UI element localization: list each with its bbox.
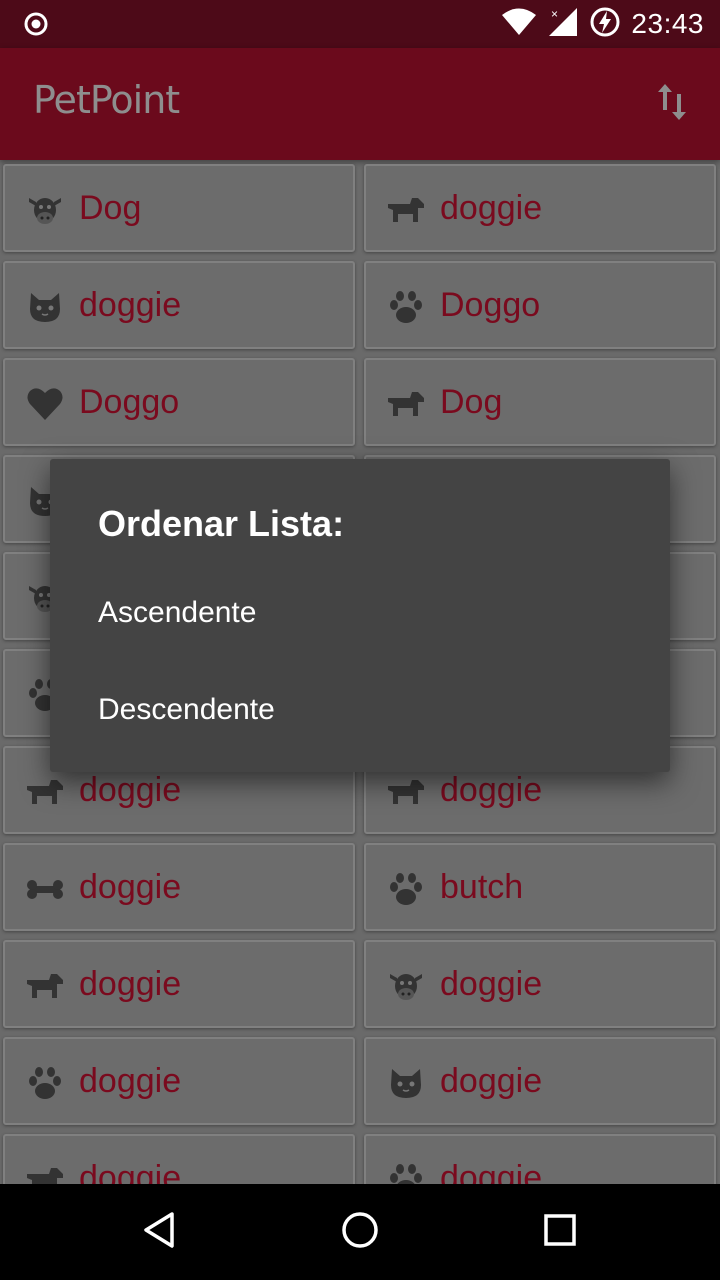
pet-name: doggie <box>79 286 182 324</box>
option-ascendente[interactable]: Ascendente <box>50 567 670 659</box>
status-bar: × 23:43 <box>0 0 720 48</box>
sort-dialog: Ordenar Lista: Ascendente Descendente <box>50 459 670 772</box>
recents-icon <box>540 1210 580 1254</box>
pet-name: doggie <box>440 965 543 1003</box>
home-icon <box>340 1210 380 1254</box>
bone-icon <box>25 869 65 909</box>
pet-card[interactable]: doggie <box>3 261 355 349</box>
cat-icon <box>25 287 65 327</box>
paw-icon <box>25 1063 65 1103</box>
dog-icon <box>25 772 65 812</box>
dog-icon <box>386 190 426 230</box>
sort-icon <box>656 82 688 126</box>
pet-name: doggie <box>79 771 182 809</box>
pet-name: Dog <box>79 189 142 227</box>
radio-indicator-icon <box>22 10 50 38</box>
pet-card[interactable]: butch <box>364 843 716 931</box>
navigation-bar <box>0 1184 720 1280</box>
cat-icon <box>386 1063 426 1103</box>
clock: 23:43 <box>631 8 704 39</box>
battery-charging-icon <box>589 6 621 42</box>
back-icon <box>140 1210 180 1254</box>
pet-name: doggie <box>79 868 182 906</box>
pet-card[interactable]: doggie <box>3 1037 355 1125</box>
dog-icon <box>386 384 426 424</box>
pet-name: Doggo <box>440 286 541 324</box>
pet-name: butch <box>440 868 524 906</box>
pet-card[interactable]: doggie <box>364 1037 716 1125</box>
pet-name: doggie <box>440 189 543 227</box>
paw-icon <box>386 869 426 909</box>
pet-name: doggie <box>79 1062 182 1100</box>
option-descendente[interactable]: Descendente <box>50 664 670 756</box>
dog-icon <box>386 772 426 812</box>
app-bar: PetPoint <box>0 48 720 160</box>
pet-name: Dog <box>440 383 503 421</box>
pet-name: doggie <box>440 1062 543 1100</box>
sort-button[interactable] <box>650 80 694 128</box>
pet-card[interactable]: Doggo <box>3 358 355 446</box>
recents-button[interactable] <box>536 1208 584 1256</box>
signal-icon: × <box>547 6 579 42</box>
svg-text:×: × <box>551 7 558 21</box>
dog-icon <box>25 966 65 1006</box>
back-button[interactable] <box>136 1208 184 1256</box>
pet-card[interactable]: Dog <box>364 358 716 446</box>
pet-card[interactable]: doggie <box>3 940 355 1028</box>
pet-name: Doggo <box>79 383 180 421</box>
paw-icon <box>386 287 426 327</box>
app-title: PetPoint <box>33 78 180 122</box>
pet-card[interactable]: doggie <box>364 164 716 252</box>
cow-icon <box>386 966 426 1006</box>
home-button[interactable] <box>336 1208 384 1256</box>
pet-card[interactable]: doggie <box>3 843 355 931</box>
heart-icon <box>25 384 65 424</box>
pet-name: doggie <box>79 965 182 1003</box>
pet-card[interactable]: Doggo <box>364 261 716 349</box>
dialog-title: Ordenar Lista: <box>98 503 345 544</box>
pet-name: doggie <box>440 771 543 809</box>
wifi-icon <box>501 8 537 40</box>
pet-card[interactable]: Dog <box>3 164 355 252</box>
cow-icon <box>25 190 65 230</box>
pet-card[interactable]: doggie <box>364 940 716 1028</box>
